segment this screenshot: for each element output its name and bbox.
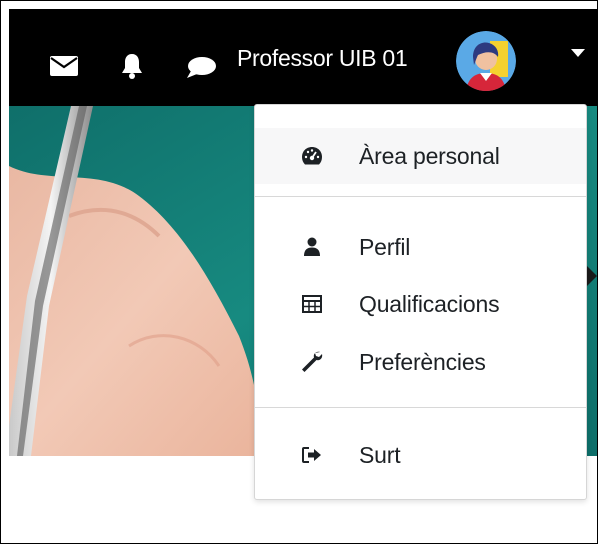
bell-icon[interactable] bbox=[118, 51, 146, 81]
user-name[interactable]: Professor UIB 01 bbox=[237, 45, 408, 72]
menu-item-perfil[interactable]: Perfil bbox=[255, 219, 586, 275]
sign-out-icon bbox=[301, 444, 323, 466]
menu-divider bbox=[255, 196, 586, 197]
menu-item-label: Surt bbox=[359, 441, 401, 468]
user-dropdown-menu: Àrea personal Perfil Qualificacions Pref… bbox=[254, 104, 587, 500]
speech-bubble-icon[interactable] bbox=[184, 55, 218, 81]
menu-item-preferencies[interactable]: Preferències bbox=[255, 334, 586, 390]
caret-down-icon[interactable] bbox=[571, 49, 585, 57]
menu-item-surt[interactable]: Surt bbox=[255, 427, 586, 483]
wrench-icon bbox=[301, 351, 323, 373]
user-icon bbox=[301, 236, 323, 258]
menu-item-label: Perfil bbox=[359, 233, 411, 260]
menu-divider bbox=[255, 407, 586, 408]
menu-item-label: Preferències bbox=[359, 348, 486, 375]
envelope-icon[interactable] bbox=[47, 53, 81, 79]
menu-item-area-personal[interactable]: Àrea personal bbox=[255, 128, 586, 184]
menu-item-qualificacions[interactable]: Qualificacions bbox=[255, 276, 586, 332]
dashboard-gauge-icon bbox=[301, 145, 323, 167]
menu-item-label: Àrea personal bbox=[359, 142, 500, 169]
user-avatar[interactable] bbox=[456, 31, 516, 91]
table-grid-icon bbox=[301, 293, 323, 315]
menu-item-label: Qualificacions bbox=[359, 290, 500, 317]
page-frame: Professor UIB 01 Àrea personal Perfil Qu… bbox=[0, 0, 598, 544]
